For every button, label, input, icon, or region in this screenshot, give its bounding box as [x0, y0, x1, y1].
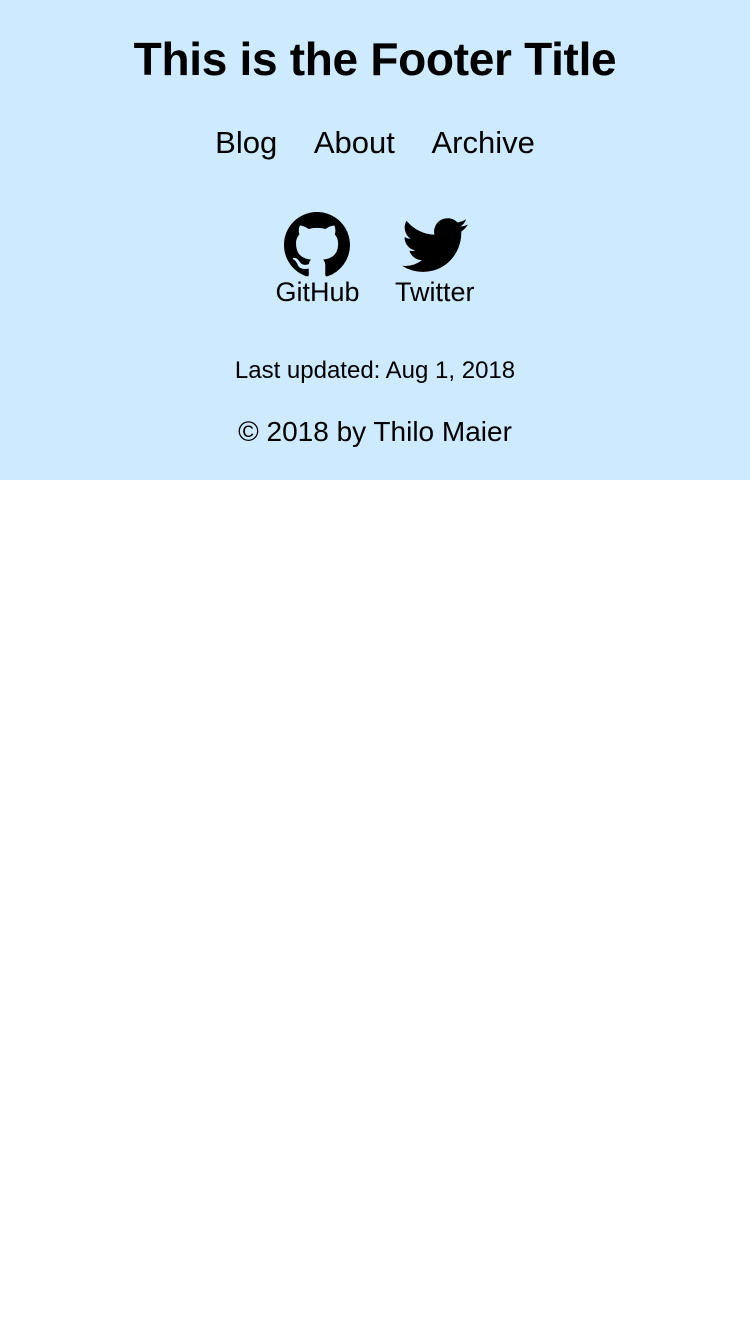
footer-title: This is the Footer Title	[133, 33, 617, 85]
twitter-icon	[401, 218, 468, 272]
nav-link-blog[interactable]: Blog	[215, 124, 277, 162]
twitter-link[interactable]: Twitter	[395, 212, 475, 308]
github-icon	[284, 212, 351, 277]
site-footer: This is the Footer Title Blog About Arch…	[0, 0, 750, 480]
last-updated: Last updated: Aug 1, 2018	[234, 357, 516, 384]
social-links: GitHub Twitter	[0, 212, 750, 308]
github-link[interactable]: GitHub	[275, 212, 360, 308]
twitter-label: Twitter	[395, 277, 475, 307]
nav-link-about[interactable]: About	[314, 124, 395, 162]
copyright: © 2018 by Thilo Maier	[238, 416, 512, 447]
nav-link-archive[interactable]: Archive	[431, 124, 534, 162]
footer-nav: Blog About Archive	[0, 124, 750, 162]
github-label: GitHub	[275, 277, 360, 307]
